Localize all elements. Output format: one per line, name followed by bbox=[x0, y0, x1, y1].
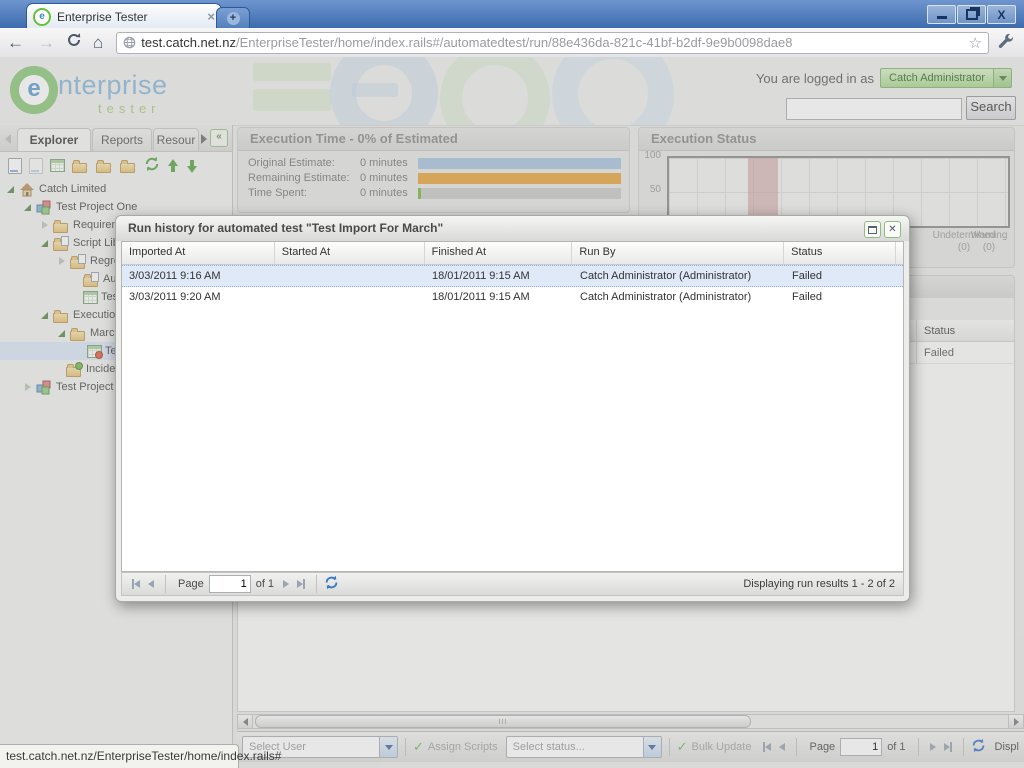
reload-icon bbox=[66, 32, 82, 48]
first-page-icon bbox=[134, 580, 140, 588]
run-history-dialog: Run history for automated test "Test Imp… bbox=[115, 215, 910, 602]
run-row-selected[interactable]: 3/03/2011 9:16 AM 18/01/2011 9:15 AM Cat… bbox=[122, 265, 903, 287]
bookmark-star-icon[interactable]: ☆ bbox=[969, 34, 982, 52]
wrench-menu-button[interactable] bbox=[997, 33, 1014, 53]
browser-toolbar: ← → ⌂ test.catch.net.nz /EnterpriseTeste… bbox=[0, 28, 1024, 58]
separator bbox=[165, 575, 166, 593]
window-minimize-button[interactable] bbox=[927, 5, 956, 24]
next-page-icon bbox=[283, 580, 289, 588]
column-run-by[interactable]: Run By bbox=[572, 242, 784, 264]
reload-button[interactable] bbox=[66, 32, 82, 53]
run-row[interactable]: 3/03/2011 9:20 AM 18/01/2011 9:15 AM Cat… bbox=[122, 287, 903, 309]
minimize-icon bbox=[937, 16, 947, 19]
previous-page-button[interactable] bbox=[148, 576, 154, 592]
page-of-label: of 1 bbox=[256, 578, 274, 590]
column-imported-at[interactable]: Imported At bbox=[122, 242, 275, 264]
tab-close-icon[interactable]: × bbox=[207, 11, 215, 23]
run-history-grid: Imported At Started At Finished At Run B… bbox=[121, 241, 904, 572]
screen: e Enterprise Tester × + X ← → ⌂ test.cat… bbox=[0, 0, 1024, 768]
site-favicon: e bbox=[33, 8, 51, 26]
column-finished-at[interactable]: Finished At bbox=[425, 242, 573, 264]
dialog-maximize-button[interactable] bbox=[864, 221, 881, 238]
window-close-button[interactable]: X bbox=[987, 5, 1016, 24]
refresh-icon bbox=[324, 575, 339, 590]
home-button[interactable]: ⌂ bbox=[93, 33, 103, 53]
window-restore-button[interactable] bbox=[957, 5, 986, 24]
dialog-title: Run history for automated test "Test Imp… bbox=[128, 221, 443, 235]
dialog-close-button[interactable]: ✕ bbox=[884, 221, 901, 238]
restore-icon bbox=[966, 9, 978, 20]
separator bbox=[316, 575, 317, 593]
browser-tab-strip: e Enterprise Tester × + X bbox=[0, 0, 1024, 28]
last-page-button[interactable] bbox=[297, 576, 305, 592]
page-label: Page bbox=[178, 578, 204, 590]
wrench-icon bbox=[997, 33, 1014, 50]
dialog-pager-bar: Page of 1 Displaying run results 1 - 2 o… bbox=[121, 572, 904, 596]
browser-tab[interactable]: e Enterprise Tester × bbox=[26, 3, 222, 29]
column-status[interactable]: Status bbox=[784, 242, 896, 264]
back-button[interactable]: ← bbox=[7, 33, 24, 53]
column-filler bbox=[896, 242, 903, 264]
dialog-title-bar[interactable]: Run history for automated test "Test Imp… bbox=[116, 216, 909, 241]
refresh-button[interactable] bbox=[324, 575, 339, 593]
page-number-input[interactable] bbox=[209, 575, 251, 593]
results-summary: Displaying run results 1 - 2 of 2 bbox=[743, 578, 895, 590]
tab-title: Enterprise Tester bbox=[57, 10, 207, 24]
browser-status-tooltip: test.catch.net.nz/EnterpriseTester/home/… bbox=[0, 744, 239, 768]
previous-page-icon bbox=[148, 580, 154, 588]
grid-header-row: Imported At Started At Finished At Run B… bbox=[122, 242, 903, 265]
url-bar[interactable]: test.catch.net.nz /EnterpriseTester/home… bbox=[116, 32, 989, 54]
forward-button[interactable]: → bbox=[38, 33, 55, 53]
next-page-button[interactable] bbox=[283, 576, 289, 592]
globe-icon bbox=[123, 36, 136, 49]
first-page-button[interactable] bbox=[132, 576, 140, 592]
column-started-at[interactable]: Started At bbox=[275, 242, 425, 264]
url-path: /EnterpriseTester/home/index.rails#/auto… bbox=[236, 35, 965, 50]
new-tab-button[interactable]: + bbox=[216, 7, 250, 30]
maximize-icon bbox=[868, 226, 877, 234]
url-host: test.catch.net.nz bbox=[141, 35, 236, 50]
plus-icon: + bbox=[227, 12, 240, 25]
